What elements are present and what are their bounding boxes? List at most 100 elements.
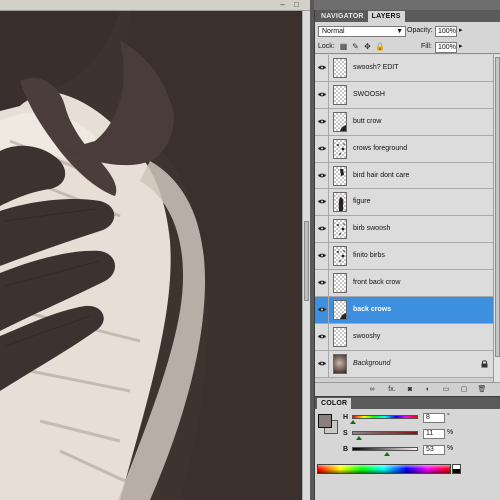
saturation-slider-knob[interactable] (356, 436, 363, 440)
lock-icon (481, 360, 488, 368)
layer-thumbnail (333, 353, 347, 374)
link-icon[interactable]: ∞ (367, 385, 377, 395)
hue-slider-knob[interactable] (350, 420, 357, 424)
visibility-toggle[interactable] (315, 323, 329, 350)
saturation-label: S (343, 430, 348, 437)
lock-options-row: Lock: ▦ ✎ ✥ 🔒 Fill: 100% ▸ (315, 40, 500, 54)
layers-scroll-thumb[interactable] (495, 57, 500, 357)
visibility-toggle[interactable] (315, 350, 329, 377)
layer-row[interactable]: figure (315, 189, 493, 217)
mask-icon[interactable]: ◙ (405, 385, 415, 395)
layer-row[interactable]: swooshy (315, 323, 493, 351)
opacity-input[interactable]: 100% (435, 26, 457, 37)
eye-icon (318, 119, 326, 124)
layer-thumbnail (333, 111, 347, 132)
layers-scrollbar[interactable] (493, 55, 500, 382)
visibility-toggle[interactable] (315, 162, 329, 189)
black-white-ramp[interactable] (452, 464, 461, 474)
layers-footer-toolbar: ∞ fx. ◙ ◐ ▭ ▢ 🗑 (315, 382, 500, 396)
layer-row[interactable]: front back crow (315, 270, 493, 298)
blend-mode-select[interactable]: Normal ▼ (318, 26, 406, 37)
fx-icon[interactable]: fx. (385, 385, 399, 395)
saturation-row: S 11 % (343, 429, 493, 443)
lock-label: Lock: (318, 43, 335, 50)
layer-row[interactable]: butt crow (315, 108, 493, 136)
document-canvas[interactable] (0, 11, 302, 500)
visibility-toggle[interactable] (315, 108, 329, 135)
layer-name: birb swoosh (353, 225, 391, 233)
hue-slider-track[interactable] (352, 415, 418, 419)
layers-panel: NAVIGATOR LAYERS Normal ▼ Opacity: 100% … (314, 10, 500, 396)
photoshop-workspace: – □ NAVIGATOR LAYERS Normal ▼ Opacity: 1… (0, 0, 500, 500)
lock-transparency-icon[interactable]: ▦ (339, 42, 348, 51)
layer-row[interactable]: finito birbs (315, 243, 493, 271)
minimize-icon[interactable]: – (278, 1, 287, 9)
visibility-toggle[interactable] (315, 216, 329, 243)
layer-row[interactable]: swoosh? EDIT (315, 55, 493, 82)
lock-position-icon[interactable]: ✥ (363, 42, 372, 51)
visibility-toggle[interactable] (315, 189, 329, 216)
layer-thumbnail (333, 219, 347, 240)
hue-unit: ° (447, 413, 450, 420)
eye-icon (318, 65, 326, 70)
color-spectrum-ramp[interactable] (317, 464, 451, 474)
canvas-vertical-scrollbar[interactable] (302, 11, 310, 500)
blend-mode-value: Normal (322, 28, 345, 35)
brightness-input[interactable]: 53 (423, 445, 445, 455)
visibility-toggle[interactable] (315, 270, 329, 297)
eye-icon (318, 253, 326, 258)
foreground-color-swatch[interactable] (318, 414, 332, 428)
visibility-toggle[interactable] (315, 55, 329, 81)
trash-icon[interactable]: 🗑 (477, 385, 487, 395)
fill-slider-arrow-icon[interactable]: ▸ (459, 42, 463, 50)
brightness-slider-track[interactable] (352, 447, 418, 451)
layers-options-bar: Normal ▼ Opacity: 100% ▸ (315, 24, 500, 38)
layer-name: front back crow (353, 279, 401, 287)
hue-input[interactable]: 8 (423, 413, 445, 423)
layer-name: Background (353, 359, 391, 367)
saturation-slider-track[interactable] (352, 431, 418, 435)
lock-image-pixels-icon[interactable]: ✎ (351, 42, 360, 51)
visibility-toggle[interactable] (315, 81, 329, 108)
new-layer-icon[interactable]: ▢ (459, 385, 469, 395)
eye-icon (318, 280, 326, 285)
fill-label: Fill: (421, 43, 432, 50)
layer-name: swooshy (353, 332, 381, 340)
eye-icon (318, 361, 326, 366)
layer-thumbnail (333, 84, 347, 105)
canvas-scroll-thumb[interactable] (304, 221, 309, 301)
eye-icon (318, 92, 326, 97)
layer-row[interactable]: SWOOSH (315, 81, 493, 109)
visibility-toggle[interactable] (315, 135, 329, 162)
layer-row[interactable]: back crows (315, 297, 493, 324)
brightness-label: B (343, 446, 349, 453)
opacity-slider-arrow-icon[interactable]: ▸ (459, 26, 463, 34)
visibility-toggle[interactable] (315, 243, 329, 270)
layer-thumbnail (333, 138, 347, 159)
layer-thumbnail (333, 192, 347, 213)
tab-layers[interactable]: LAYERS (367, 11, 405, 22)
layer-row[interactable]: Background (315, 350, 493, 378)
group-icon[interactable]: ▭ (441, 385, 451, 395)
layer-row[interactable]: crows foreground (315, 135, 493, 163)
adjustment-icon[interactable]: ◐ (423, 385, 433, 395)
hue-row: H 8 ° (343, 413, 493, 427)
tab-navigator[interactable]: NAVIGATOR (317, 11, 368, 22)
visibility-toggle[interactable] (315, 297, 329, 323)
layer-row[interactable]: birb swoosh (315, 216, 493, 244)
lock-all-icon[interactable]: 🔒 (375, 42, 385, 51)
layer-row[interactable]: bird hair dont care (315, 162, 493, 190)
layer-name: figure (353, 198, 371, 206)
layer-thumbnail (333, 246, 347, 267)
layer-list: swoosh? EDIT SWOOSH butt crow crows foregro… (315, 55, 493, 382)
restore-icon[interactable]: □ (292, 1, 301, 9)
tab-color[interactable]: COLOR (317, 398, 352, 409)
brightness-slider-knob[interactable] (383, 452, 390, 456)
fill-input[interactable]: 100% (435, 42, 457, 53)
saturation-unit: % (447, 429, 454, 436)
eye-icon (318, 334, 326, 339)
brightness-unit: % (447, 445, 454, 452)
layer-thumbnail (333, 326, 347, 347)
saturation-input[interactable]: 11 (423, 429, 445, 439)
layer-name: crows foreground (353, 144, 408, 152)
